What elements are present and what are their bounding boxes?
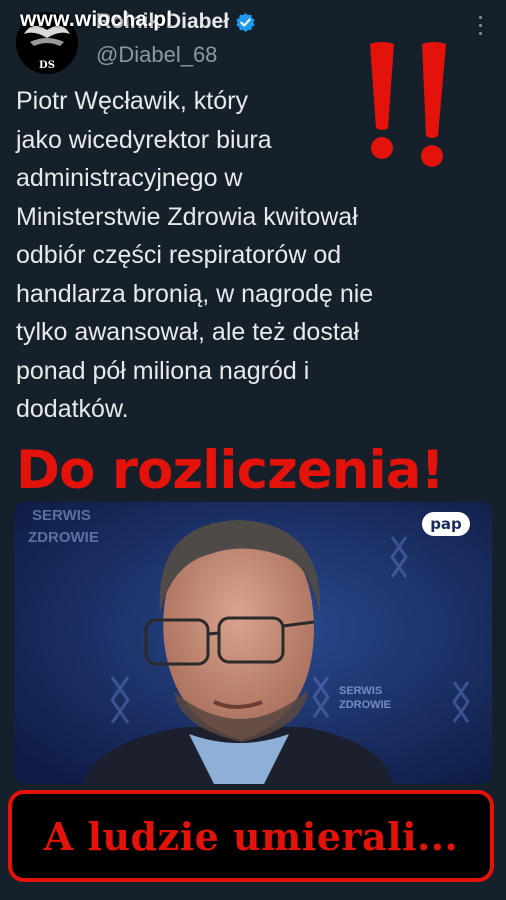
- tweet-photo[interactable]: SERWIS ZDROWIE SERWIS ZDROWIE pap: [14, 502, 492, 784]
- bottom-caption-text: A ludzie umierali...: [43, 813, 459, 859]
- photo-illustration: SERWIS ZDROWIE SERWIS ZDROWIE pap: [14, 502, 492, 784]
- site-watermark: www.wiocha.pl: [20, 8, 173, 31]
- author-handle[interactable]: @Diabel_68: [96, 42, 217, 68]
- backdrop-text: SERWIS: [339, 685, 382, 697]
- backdrop-text: ZDROWIE: [28, 529, 99, 546]
- backdrop-text: SERWIS: [32, 507, 91, 524]
- avatar-monogram: DS: [39, 60, 55, 71]
- more-options-icon[interactable]: [470, 16, 492, 38]
- tweet-text: Piotr Węcławik, który jako wicedyrektor …: [16, 87, 374, 423]
- agency-badge: pap: [430, 515, 462, 533]
- verified-badge-icon: [236, 12, 255, 32]
- bottom-caption-banner: A ludzie umierali...: [8, 790, 494, 882]
- headline-caption: Do rozliczenia!: [16, 440, 445, 501]
- backdrop-text: ZDROWIE: [339, 699, 391, 711]
